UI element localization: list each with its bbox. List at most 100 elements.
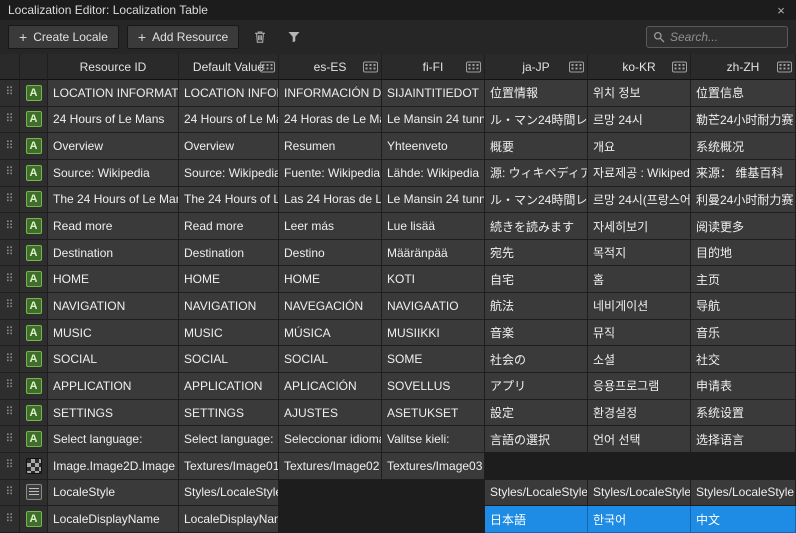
close-button[interactable]: × bbox=[766, 0, 796, 20]
table-cell[interactable]: LocaleStyle bbox=[48, 480, 179, 507]
row-drag-handle[interactable]: ⠿ bbox=[0, 346, 20, 373]
table-cell[interactable]: ル・マン24時間レース bbox=[485, 187, 588, 214]
table-cell[interactable]: HOME bbox=[48, 266, 179, 293]
table-cell[interactable]: Le Mansin 24 tunnin ajo bbox=[382, 107, 485, 134]
table-cell[interactable]: LOCATION INFORMATION bbox=[179, 80, 279, 107]
delete-button[interactable] bbox=[247, 25, 273, 49]
table-cell[interactable]: 选择语言 bbox=[691, 426, 796, 453]
table-cell[interactable]: APLICACIÓN bbox=[279, 373, 382, 400]
table-cell[interactable] bbox=[279, 506, 382, 533]
table-cell[interactable]: Destino bbox=[279, 240, 382, 267]
table-cell[interactable]: 阅读更多 bbox=[691, 213, 796, 240]
table-cell[interactable]: LocaleDisplayName bbox=[179, 506, 279, 533]
table-cell[interactable]: 主页 bbox=[691, 266, 796, 293]
table-cell[interactable]: Styles/LocaleStyle bbox=[691, 480, 796, 507]
table-cell[interactable]: 来源： 维基百科 bbox=[691, 160, 796, 187]
table-cell[interactable]: Määränpää bbox=[382, 240, 485, 267]
table-cell[interactable]: 自宅 bbox=[485, 266, 588, 293]
table-cell[interactable]: MÚSICA bbox=[279, 320, 382, 347]
create-locale-button[interactable]: + Create Locale bbox=[8, 25, 119, 49]
table-cell[interactable]: Source: Wikipedia bbox=[48, 160, 179, 187]
table-cell[interactable]: 系统概况 bbox=[691, 133, 796, 160]
table-cell[interactable]: 続きを読みます bbox=[485, 213, 588, 240]
table-cell[interactable]: KOTI bbox=[382, 266, 485, 293]
table-cell[interactable]: 한국어 bbox=[588, 506, 691, 533]
table-cell[interactable] bbox=[485, 453, 588, 480]
table-cell[interactable]: Le Mansin 24 tunnin ajo bbox=[382, 187, 485, 214]
table-cell[interactable]: 航法 bbox=[485, 293, 588, 320]
table-cell[interactable]: SOCIAL bbox=[179, 346, 279, 373]
table-cell[interactable]: Select language: bbox=[48, 426, 179, 453]
table-cell[interactable] bbox=[382, 506, 485, 533]
add-resource-button[interactable]: + Add Resource bbox=[127, 25, 239, 49]
table-cell[interactable]: 設定 bbox=[485, 400, 588, 427]
locale-keyboard-icon[interactable] bbox=[260, 61, 275, 72]
table-cell[interactable] bbox=[382, 480, 485, 507]
table-cell[interactable]: Resumen bbox=[279, 133, 382, 160]
table-cell[interactable]: 24 Hours of Le Mans bbox=[179, 107, 279, 134]
table-cell[interactable]: 利曼24小时耐力赛 bbox=[691, 187, 796, 214]
locale-keyboard-icon[interactable] bbox=[777, 61, 792, 72]
table-cell[interactable]: 位置情報 bbox=[485, 80, 588, 107]
column-header-resource-id[interactable]: Resource ID bbox=[48, 54, 179, 80]
table-cell[interactable]: 목적지 bbox=[588, 240, 691, 267]
table-cell[interactable]: Overview bbox=[48, 133, 179, 160]
column-header-ja-jp[interactable]: ja-JP bbox=[485, 54, 588, 80]
table-cell[interactable]: 中文 bbox=[691, 506, 796, 533]
column-header-default-value[interactable]: Default Value bbox=[179, 54, 279, 80]
table-cell[interactable]: 뮤직 bbox=[588, 320, 691, 347]
table-cell[interactable]: LOCATION INFORMATION bbox=[48, 80, 179, 107]
table-cell[interactable]: ASETUKSET bbox=[382, 400, 485, 427]
table-cell[interactable]: Yhteenveto bbox=[382, 133, 485, 160]
table-cell[interactable]: SETTINGS bbox=[48, 400, 179, 427]
table-cell[interactable]: 目的地 bbox=[691, 240, 796, 267]
filter-button[interactable] bbox=[281, 25, 307, 49]
table-cell[interactable]: Styles/LocaleStyle bbox=[179, 480, 279, 507]
table-cell[interactable]: 24 Horas de Le Mans bbox=[279, 107, 382, 134]
row-drag-handle[interactable]: ⠿ bbox=[0, 160, 20, 187]
table-cell[interactable]: 소셜 bbox=[588, 346, 691, 373]
table-cell[interactable]: MUSIC bbox=[48, 320, 179, 347]
table-cell[interactable]: 系统设置 bbox=[691, 400, 796, 427]
table-cell[interactable]: 源: ウィキペディア bbox=[485, 160, 588, 187]
table-cell[interactable]: Destination bbox=[48, 240, 179, 267]
row-drag-handle[interactable]: ⠿ bbox=[0, 293, 20, 320]
table-cell[interactable]: The 24 Hours of Le Mans bbox=[179, 187, 279, 214]
table-cell[interactable]: 개요 bbox=[588, 133, 691, 160]
table-cell[interactable]: SIJAINTITIEDOT bbox=[382, 80, 485, 107]
table-cell[interactable]: 언어 선택 bbox=[588, 426, 691, 453]
table-cell[interactable]: 응용프로그램 bbox=[588, 373, 691, 400]
table-cell[interactable]: 概要 bbox=[485, 133, 588, 160]
row-drag-handle[interactable]: ⠿ bbox=[0, 266, 20, 293]
table-cell[interactable]: Styles/LocaleStyle bbox=[588, 480, 691, 507]
table-cell[interactable]: LocaleDisplayName bbox=[48, 506, 179, 533]
row-drag-handle[interactable]: ⠿ bbox=[0, 240, 20, 267]
row-drag-handle[interactable]: ⠿ bbox=[0, 187, 20, 214]
table-cell[interactable]: 导航 bbox=[691, 293, 796, 320]
row-drag-handle[interactable]: ⠿ bbox=[0, 506, 20, 533]
table-cell[interactable]: Fuente: Wikipedia bbox=[279, 160, 382, 187]
row-drag-handle[interactable]: ⠿ bbox=[0, 107, 20, 134]
table-cell[interactable]: MUSIIKKI bbox=[382, 320, 485, 347]
row-drag-handle[interactable]: ⠿ bbox=[0, 453, 20, 480]
table-cell[interactable]: 르망 24시(프랑스어) bbox=[588, 187, 691, 214]
table-cell[interactable]: Leer más bbox=[279, 213, 382, 240]
table-cell[interactable]: ル・マン24時間レース bbox=[485, 107, 588, 134]
table-cell[interactable]: 勒芒24小时耐力赛 bbox=[691, 107, 796, 134]
table-cell[interactable]: HOME bbox=[279, 266, 382, 293]
row-drag-handle[interactable]: ⠿ bbox=[0, 373, 20, 400]
table-cell[interactable] bbox=[588, 453, 691, 480]
search-box[interactable] bbox=[646, 26, 788, 48]
table-cell[interactable]: 社会の bbox=[485, 346, 588, 373]
table-cell[interactable]: Styles/LocaleStyle bbox=[485, 480, 588, 507]
table-cell[interactable]: APPLICATION bbox=[179, 373, 279, 400]
table-cell[interactable]: 申请表 bbox=[691, 373, 796, 400]
table-cell[interactable]: 네비게이션 bbox=[588, 293, 691, 320]
search-input[interactable] bbox=[670, 30, 781, 44]
table-cell[interactable]: SETTINGS bbox=[179, 400, 279, 427]
table-cell[interactable]: SOCIAL bbox=[48, 346, 179, 373]
table-cell[interactable]: 音楽 bbox=[485, 320, 588, 347]
table-cell[interactable]: The 24 Hours of Le Mans bbox=[48, 187, 179, 214]
table-cell[interactable]: INFORMACIÓN DE UBICACIÓN bbox=[279, 80, 382, 107]
column-header-es-es[interactable]: es-ES bbox=[279, 54, 382, 80]
